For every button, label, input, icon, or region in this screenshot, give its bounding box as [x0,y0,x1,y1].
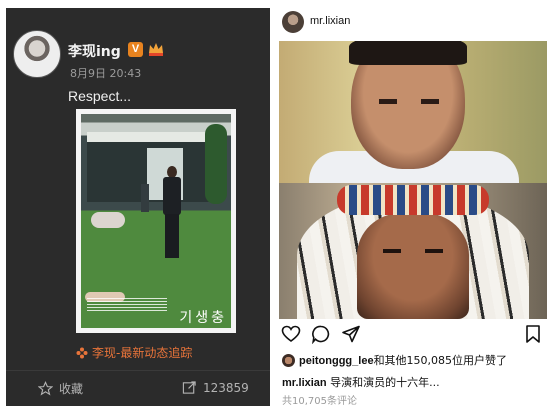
star-icon [38,381,53,396]
instagram-post-card: mr.lixian peitonggg_lee和其他150,085位用户赞了 m… [277,0,550,412]
movie-poster-image[interactable]: 기생충 [76,109,236,333]
user-name[interactable]: 李现ing [68,41,121,61]
divider [6,370,270,371]
caption-username[interactable]: mr.lixian [282,377,327,389]
collect-button[interactable]: 收藏 [38,380,83,397]
repost-count: 123859 [203,380,249,395]
bookmark-icon[interactable] [523,324,543,344]
caption-text: 导演和演员的十六年... [326,376,440,389]
repost-button[interactable]: 123859 [182,380,249,395]
crown-icon [149,43,163,56]
verified-badge-icon: V [128,42,143,57]
heart-icon[interactable] [281,324,301,344]
poster-title: 기생충 [179,310,227,326]
post-timestamp: 8月9日 20:43 [70,67,142,80]
post-photo[interactable] [279,41,547,319]
likes-summary[interactable]: peitonggg_lee和其他150,085位用户赞了 [282,352,507,368]
topic-link-label: 李现-最新动态追踪 [92,346,193,360]
user-avatar[interactable] [13,30,61,78]
likes-text: 和其他150,085位用户赞了 [373,354,508,367]
post-action-bar [277,324,550,346]
comment-icon[interactable] [311,324,331,344]
post-text: Respect... [68,88,132,104]
share-icon[interactable] [341,324,361,344]
action-bar: 收藏 123859 [6,372,270,406]
user-avatar[interactable] [282,11,304,33]
collect-label: 收藏 [59,382,84,396]
flower-icon [76,347,88,358]
weibo-post-card: 李现ing V 8月9日 20:43 Respect... 기생충 李现-最新动… [6,8,270,406]
topic-link[interactable]: 李现-最新动态追踪 [76,344,192,361]
username[interactable]: mr.lixian [310,15,350,27]
liker-username[interactable]: peitonggg_lee [299,355,374,367]
liker-avatar [282,353,295,367]
view-comments-link[interactable]: 共10,705条评论 [282,392,357,407]
repost-icon [182,381,196,394]
post-caption: mr.lixian 导演和演员的十六年... [282,374,440,390]
